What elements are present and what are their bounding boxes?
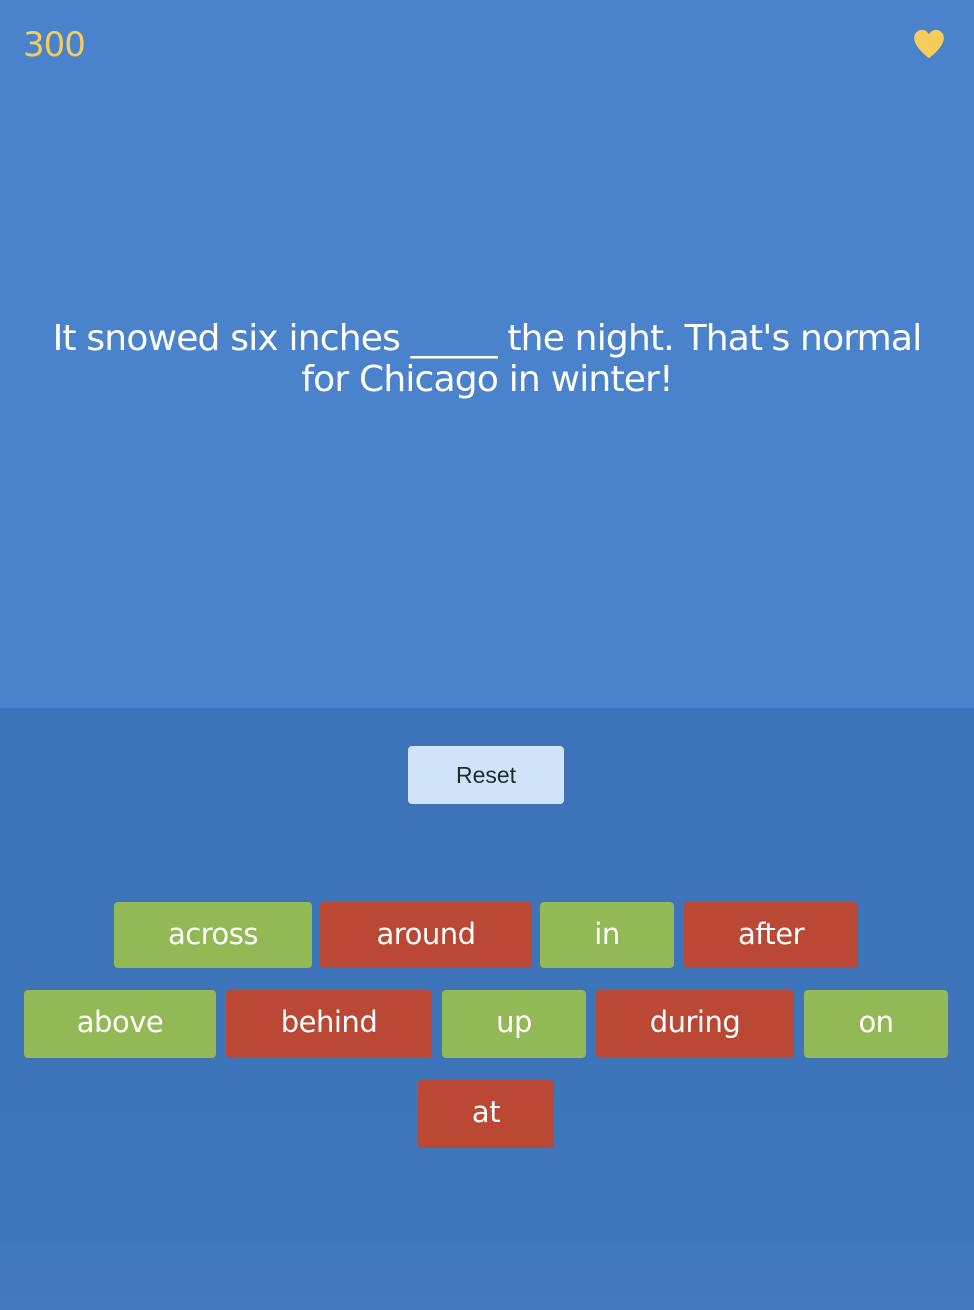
option-button-in[interactable]: in — [540, 902, 674, 968]
score-counter: 300 — [23, 25, 86, 65]
option-button-on[interactable]: on — [804, 990, 948, 1058]
option-button-up[interactable]: up — [442, 990, 586, 1058]
option-button-during[interactable]: during — [596, 990, 794, 1058]
option-button-across[interactable]: across — [114, 902, 312, 968]
reset-button[interactable]: Reset — [408, 746, 564, 804]
question-panel: 300 It snowed six inches _____ the night… — [0, 0, 974, 708]
option-button-after[interactable]: after — [684, 902, 858, 968]
question-text: It snowed six inches _____ the night. Th… — [52, 318, 923, 400]
option-button-above[interactable]: above — [24, 990, 216, 1058]
option-button-around[interactable]: around — [320, 902, 532, 968]
option-button-behind[interactable]: behind — [226, 990, 432, 1058]
option-button-at[interactable]: at — [418, 1080, 554, 1148]
heart-icon — [914, 29, 944, 59]
